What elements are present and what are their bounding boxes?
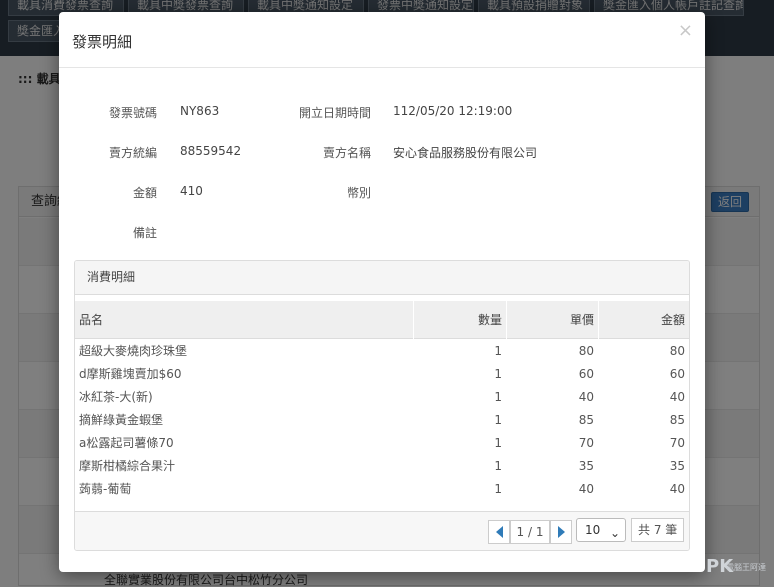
cell-amount: 70 <box>669 436 685 450</box>
chevron-down-icon: ⌄ <box>609 526 620 540</box>
cell-name: 蒟蒻-葡萄 <box>79 482 132 496</box>
cell-name: 超級大麥燒肉珍珠堡 <box>79 344 188 358</box>
column-header-amount[interactable]: 金額 <box>598 301 689 339</box>
cell-name: 冰紅茶-大(新) <box>79 390 153 404</box>
invoice-no-label: 發票號碼 <box>108 106 157 120</box>
table-row: d摩斯雞塊賣加$60 1 60 60 <box>75 363 689 386</box>
cell-unit-price: 80 <box>578 344 594 358</box>
close-icon[interactable]: × <box>678 22 693 40</box>
column-header-name[interactable]: 品名 <box>75 301 413 339</box>
table-header: 品名 數量 單價 金額 <box>75 301 689 339</box>
cell-unit-price: 85 <box>578 413 594 427</box>
amount-label: 金額 <box>132 186 157 200</box>
cell-name: 摘鮮綠黃金蝦堡 <box>79 413 164 427</box>
consumption-detail-panel: 消費明細 品名 數量 單價 金額 超級大麥燒肉珍珠堡 1 80 80 d摩斯雞塊賣加$6… <box>74 260 690 551</box>
table-row: 超級大麥燒肉珍珠堡 1 80 80 <box>75 340 689 363</box>
column-header-unit-price[interactable]: 單價 <box>506 301 598 339</box>
items-table: 品名 數量 單價 金額 超級大麥燒肉珍珠堡 1 80 80 d摩斯雞塊賣加$60 1 60 6… <box>75 301 689 501</box>
next-page-button[interactable] <box>550 520 572 544</box>
modal-header: 發票明細 × <box>59 12 705 68</box>
cell-amount: 40 <box>669 390 685 404</box>
cell-unit-price: 60 <box>578 367 594 381</box>
table-row: 摘鮮綠黃金蝦堡 1 85 85 <box>75 409 689 432</box>
cell-unit-price: 35 <box>578 459 594 473</box>
seller-name-value: 安心食品服務股份有限公司 <box>393 146 538 160</box>
triangle-left-icon <box>495 526 503 538</box>
cell-amount: 35 <box>669 459 685 473</box>
column-header-qty[interactable]: 數量 <box>413 301 506 339</box>
triangle-right-icon <box>557 526 565 538</box>
modal-title: 發票明細 <box>72 33 133 51</box>
invoice-no-value: NY863 <box>180 104 220 118</box>
cell-amount: 40 <box>669 482 685 496</box>
table-body: 超級大麥燒肉珍珠堡 1 80 80 d摩斯雞塊賣加$60 1 60 60 冰紅茶-大(新) 1 40… <box>75 339 689 501</box>
issue-datetime-label: 開立日期時間 <box>298 106 371 120</box>
cell-unit-price: 40 <box>578 390 594 404</box>
invoice-detail-modal: 發票明細 × 發票號碼 NY863 開立日期時間 112/05/20 12:19… <box>59 12 705 572</box>
table-row: 冰紅茶-大(新) 1 40 40 <box>75 386 689 409</box>
cell-unit-price: 70 <box>578 436 594 450</box>
issue-datetime-value: 112/05/20 12:19:00 <box>393 104 513 118</box>
cell-amount: 80 <box>669 344 685 358</box>
amount-value: 410 <box>180 184 203 198</box>
cell-unit-price: 40 <box>578 482 594 496</box>
seller-id-value: 88559542 <box>180 144 242 158</box>
seller-id-label: 賣方統編 <box>108 146 157 160</box>
cell-name: d摩斯雞塊賣加$60 <box>79 367 182 381</box>
cell-qty: 1 <box>494 367 502 381</box>
cell-name: a松露起司薯條70 <box>79 436 174 450</box>
seller-name-label: 賣方名稱 <box>322 146 371 160</box>
page-size-value: 10 <box>585 523 601 537</box>
cell-name: 摩斯柑橘綜合果汁 <box>79 459 176 473</box>
currency-label: 幣別 <box>346 186 371 200</box>
cell-qty: 1 <box>494 436 502 450</box>
pagination-bar: 1 / 1 10 ⌄ 共 7 筆 <box>75 511 689 550</box>
page-indicator: 1 / 1 <box>510 520 550 544</box>
cell-qty: 1 <box>494 482 502 496</box>
cell-qty: 1 <box>494 459 502 473</box>
total-count: 共 7 筆 <box>631 518 685 542</box>
watermark-subtext: 電腦王阿達 <box>726 563 766 572</box>
table-row: a松露起司薯條70 1 70 70 <box>75 432 689 455</box>
cell-amount: 85 <box>669 413 685 427</box>
note-label: 備註 <box>132 226 157 240</box>
consumption-detail-title: 消費明細 <box>75 261 689 295</box>
cell-qty: 1 <box>494 390 502 404</box>
cell-amount: 60 <box>669 367 685 381</box>
cell-qty: 1 <box>494 344 502 358</box>
page-size-select[interactable]: 10 ⌄ <box>576 518 626 542</box>
table-row: 蒟蒻-葡萄 1 40 40 <box>75 478 689 501</box>
table-row: 摩斯柑橘綜合果汁 1 35 35 <box>75 455 689 478</box>
prev-page-button[interactable] <box>488 520 510 544</box>
cell-qty: 1 <box>494 413 502 427</box>
